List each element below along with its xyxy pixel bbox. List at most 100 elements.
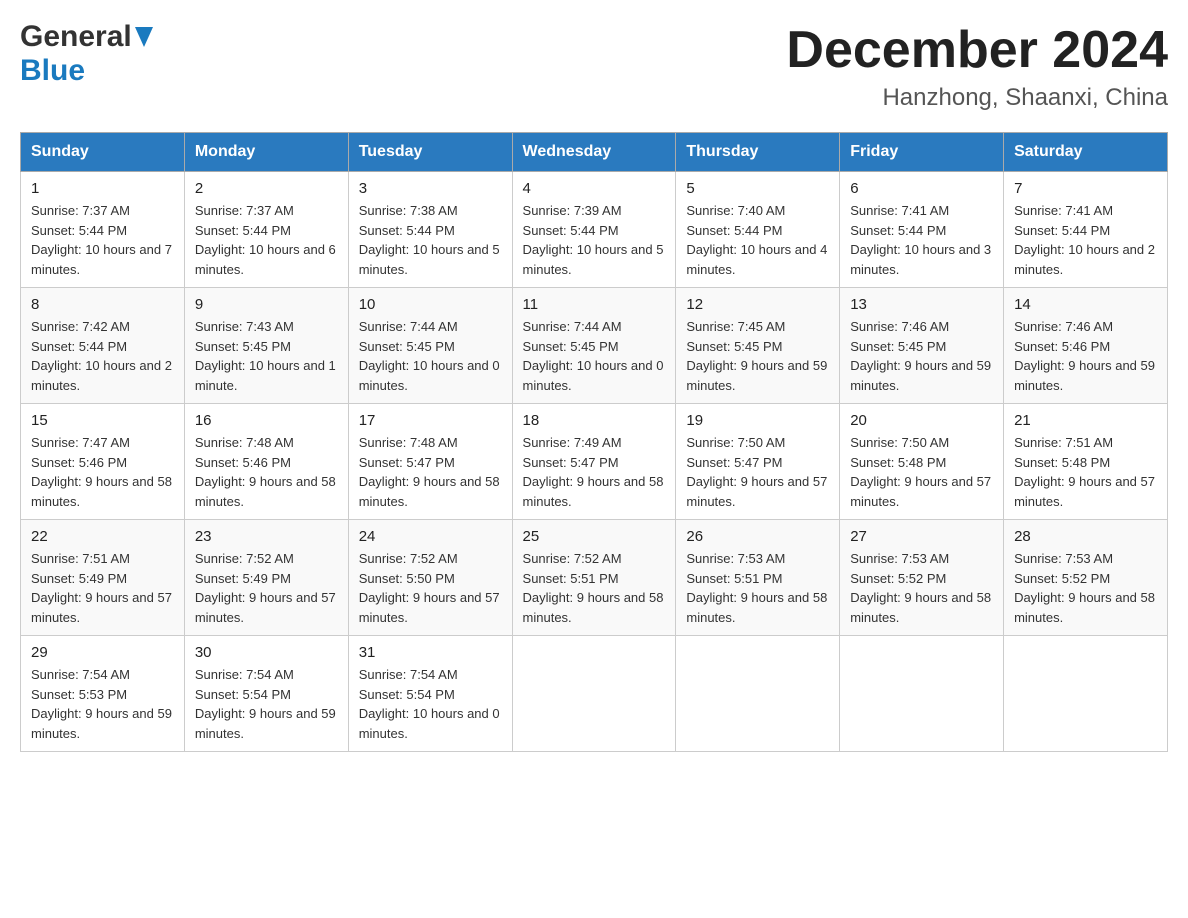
day-number: 10 [359,296,502,313]
calendar-title: December 2024 [786,20,1168,80]
weekday-header-row: Sunday Monday Tuesday Wednesday Thursday… [21,133,1168,172]
calendar-cell: 30Sunrise: 7:54 AMSunset: 5:54 PMDayligh… [184,636,348,752]
day-number: 23 [195,528,338,545]
day-number: 6 [850,180,993,197]
header-friday: Friday [840,133,1004,172]
calendar-cell: 13 Sunrise: 7:46 AMSunset: 5:45 PMDayligh… [840,288,1004,404]
day-info: Sunrise: 7:45 AMSunset: 5:45 PMDaylight:… [686,317,829,395]
calendar-cell: 16 Sunrise: 7:48 AMSunset: 5:46 PMDayligh… [184,404,348,520]
day-info: Sunrise: 7:54 AMSunset: 5:54 PMDaylight:… [195,665,338,743]
week-row-5: 29 Sunrise: 7:54 AMSunset: 5:53 PMDayligh… [21,636,1168,752]
day-info: Sunrise: 7:40 AMSunset: 5:44 PMDaylight:… [686,201,829,279]
logo-blue-text: Blue [20,54,85,87]
day-info: Sunrise: 7:50 AMSunset: 5:48 PMDaylight:… [850,433,993,511]
header-saturday: Saturday [1004,133,1168,172]
day-number: 1 [31,180,174,197]
day-number: 21 [1014,412,1157,429]
calendar-cell: 9Sunrise: 7:43 AMSunset: 5:45 PMDaylight… [184,288,348,404]
day-info: Sunrise: 7:48 AMSunset: 5:47 PMDaylight:… [359,433,502,511]
header-sunday: Sunday [21,133,185,172]
day-number: 25 [523,528,666,545]
day-info: Sunrise: 7:48 AMSunset: 5:46 PMDaylight:… [195,433,338,511]
calendar-cell: 28 Sunrise: 7:53 AMSunset: 5:52 PMDayligh… [1004,520,1168,636]
day-number: 29 [31,644,174,661]
calendar-cell: 21 Sunrise: 7:51 AMSunset: 5:48 PMDayligh… [1004,404,1168,520]
day-number: 11 [523,296,666,313]
day-number: 2 [195,180,338,197]
calendar-cell: 8 Sunrise: 7:42 AMSunset: 5:44 PMDaylight… [21,288,185,404]
title-section: December 2024 Hanzhong, Shaanxi, China [786,20,1168,112]
day-info: Sunrise: 7:51 AMSunset: 5:49 PMDaylight:… [31,549,174,627]
day-info: Sunrise: 7:51 AMSunset: 5:48 PMDaylight:… [1014,433,1157,511]
header-monday: Monday [184,133,348,172]
calendar-cell: 17 Sunrise: 7:48 AMSunset: 5:47 PMDayligh… [348,404,512,520]
calendar-cell: 22 Sunrise: 7:51 AMSunset: 5:49 PMDayligh… [21,520,185,636]
calendar-cell: 19Sunrise: 7:50 AMSunset: 5:47 PMDayligh… [676,404,840,520]
day-number: 31 [359,644,502,661]
page-header: General Blue December 2024 Hanzhong, Sha… [20,20,1168,112]
calendar-subtitle: Hanzhong, Shaanxi, China [786,84,1168,112]
day-info: Sunrise: 7:53 AMSunset: 5:52 PMDaylight:… [1014,549,1157,627]
day-number: 28 [1014,528,1157,545]
calendar-table: Sunday Monday Tuesday Wednesday Thursday… [20,132,1168,752]
day-number: 13 [850,296,993,313]
day-info: Sunrise: 7:52 AMSunset: 5:50 PMDaylight:… [359,549,502,627]
calendar-cell: 18Sunrise: 7:49 AMSunset: 5:47 PMDayligh… [512,404,676,520]
week-row-3: 15Sunrise: 7:47 AMSunset: 5:46 PMDayligh… [21,404,1168,520]
day-number: 22 [31,528,174,545]
day-number: 17 [359,412,502,429]
day-number: 3 [359,180,502,197]
calendar-cell [1004,636,1168,752]
day-info: Sunrise: 7:52 AMSunset: 5:49 PMDaylight:… [195,549,338,627]
day-info: Sunrise: 7:54 AMSunset: 5:53 PMDaylight:… [31,665,174,743]
day-info: Sunrise: 7:37 AMSunset: 5:44 PMDaylight:… [31,201,174,279]
day-info: Sunrise: 7:43 AMSunset: 5:45 PMDaylight:… [195,317,338,395]
calendar-cell: 20 Sunrise: 7:50 AMSunset: 5:48 PMDayligh… [840,404,1004,520]
header-tuesday: Tuesday [348,133,512,172]
day-number: 16 [195,412,338,429]
day-number: 5 [686,180,829,197]
calendar-cell: 12 Sunrise: 7:45 AMSunset: 5:45 PMDayligh… [676,288,840,404]
calendar-cell: 11Sunrise: 7:44 AMSunset: 5:45 PMDayligh… [512,288,676,404]
day-info: Sunrise: 7:39 AMSunset: 5:44 PMDaylight:… [523,201,666,279]
day-info: Sunrise: 7:46 AMSunset: 5:45 PMDaylight:… [850,317,993,395]
calendar-cell: 3 Sunrise: 7:38 AMSunset: 5:44 PMDaylight… [348,172,512,288]
calendar-cell: 26Sunrise: 7:53 AMSunset: 5:51 PMDayligh… [676,520,840,636]
calendar-cell: 29 Sunrise: 7:54 AMSunset: 5:53 PMDayligh… [21,636,185,752]
calendar-cell [512,636,676,752]
calendar-cell: 15Sunrise: 7:47 AMSunset: 5:46 PMDayligh… [21,404,185,520]
day-info: Sunrise: 7:53 AMSunset: 5:52 PMDaylight:… [850,549,993,627]
day-info: Sunrise: 7:42 AMSunset: 5:44 PMDaylight:… [31,317,174,395]
day-number: 27 [850,528,993,545]
day-number: 14 [1014,296,1157,313]
day-number: 12 [686,296,829,313]
day-info: Sunrise: 7:46 AMSunset: 5:46 PMDaylight:… [1014,317,1157,395]
day-info: Sunrise: 7:54 AMSunset: 5:54 PMDaylight:… [359,665,502,743]
day-info: Sunrise: 7:53 AMSunset: 5:51 PMDaylight:… [686,549,829,627]
day-number: 24 [359,528,502,545]
week-row-4: 22 Sunrise: 7:51 AMSunset: 5:49 PMDayligh… [21,520,1168,636]
day-number: 4 [523,180,666,197]
day-info: Sunrise: 7:41 AMSunset: 5:44 PMDaylight:… [1014,201,1157,279]
calendar-cell: 31 Sunrise: 7:54 AMSunset: 5:54 PMDayligh… [348,636,512,752]
header-thursday: Thursday [676,133,840,172]
week-row-2: 8 Sunrise: 7:42 AMSunset: 5:44 PMDaylight… [21,288,1168,404]
calendar-cell: 25Sunrise: 7:52 AMSunset: 5:51 PMDayligh… [512,520,676,636]
calendar-cell: 27 Sunrise: 7:53 AMSunset: 5:52 PMDayligh… [840,520,1004,636]
calendar-cell [840,636,1004,752]
calendar-cell: 14 Sunrise: 7:46 AMSunset: 5:46 PMDayligh… [1004,288,1168,404]
calendar-cell [676,636,840,752]
day-number: 20 [850,412,993,429]
day-info: Sunrise: 7:44 AMSunset: 5:45 PMDaylight:… [359,317,502,395]
day-number: 19 [686,412,829,429]
calendar-cell: 4 Sunrise: 7:39 AMSunset: 5:44 PMDaylight… [512,172,676,288]
day-number: 7 [1014,180,1157,197]
day-info: Sunrise: 7:38 AMSunset: 5:44 PMDaylight:… [359,201,502,279]
day-info: Sunrise: 7:37 AMSunset: 5:44 PMDaylight:… [195,201,338,279]
week-row-1: 1 Sunrise: 7:37 AMSunset: 5:44 PMDaylight… [21,172,1168,288]
calendar-cell: 24 Sunrise: 7:52 AMSunset: 5:50 PMDayligh… [348,520,512,636]
day-number: 8 [31,296,174,313]
day-info: Sunrise: 7:49 AMSunset: 5:47 PMDaylight:… [523,433,666,511]
logo-general-text: General [20,20,132,54]
header-wednesday: Wednesday [512,133,676,172]
